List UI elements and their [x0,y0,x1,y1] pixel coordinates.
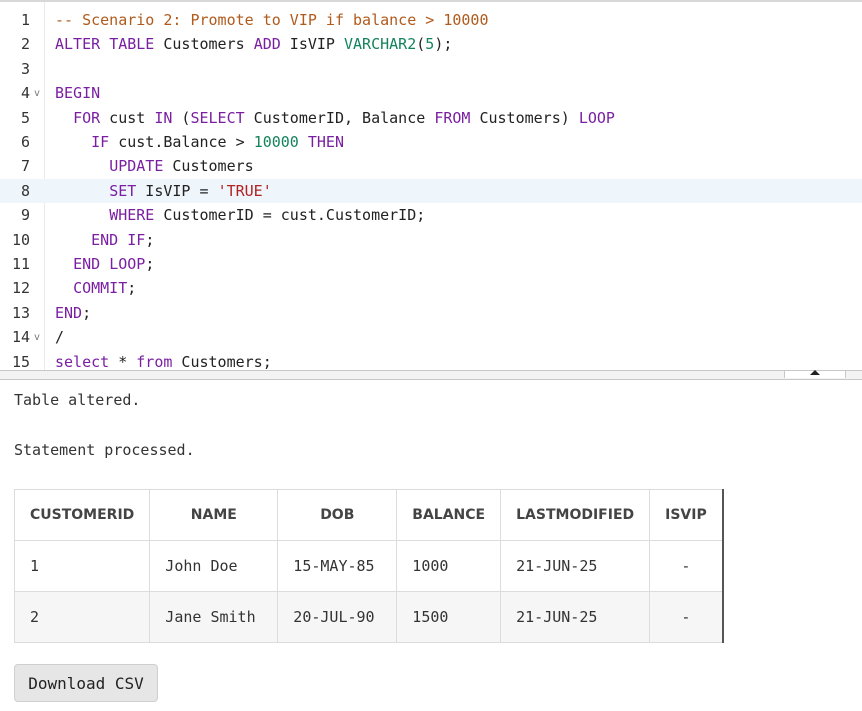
line-number: 9 [20,206,30,225]
editor-line[interactable]: 10 END IF; [0,228,862,252]
editor-line[interactable]: 14 v / [0,325,862,349]
code-text[interactable]: UPDATE Customers [55,154,254,178]
code-text[interactable]: WHERE CustomerID = cust.CustomerID; [55,203,425,227]
editor-line[interactable]: 12 COMMIT; [0,276,862,300]
editor-line[interactable]: 6 IF cust.Balance > 10000 THEN [0,130,862,154]
cell-name: John Doe [149,540,279,592]
cell-dob: 20-JUL-90 [277,591,398,643]
line-number: 8 [20,181,30,200]
line-number: 14 [11,328,30,347]
editor-line[interactable]: 9 WHERE CustomerID = cust.CustomerID; [0,203,862,227]
line-number: 13 [11,303,30,322]
code-text[interactable]: / [55,325,64,349]
code-text[interactable]: -- Scenario 2: Promote to VIP if balance… [55,8,488,32]
editor-line[interactable]: 13 END; [0,301,862,325]
pane-splitter[interactable] [0,370,862,380]
line-number: 11 [11,255,30,273]
code-text[interactable]: BEGIN [55,81,100,105]
column-header-balance[interactable]: BALANCE [396,489,502,541]
line-number: 12 [11,279,30,298]
line-number: 15 [11,352,30,370]
cell-name: Jane Smith [149,591,279,643]
column-header-dob[interactable]: DOB [277,489,398,541]
code-text[interactable]: END LOOP; [55,252,154,276]
cell-balance: 1500 [396,591,502,643]
line-number: 1 [20,11,30,29]
code-text[interactable]: FOR cust IN (SELECT CustomerID, Balance … [55,106,615,130]
output-message-processed: Statement processed. [14,441,195,459]
code-text[interactable]: END; [55,301,91,325]
table-header-row: CUSTOMERID NAME DOB BALANCE LASTMODIFIED… [13,489,724,541]
cell-isvip: - [649,591,724,643]
code-text[interactable]: COMMIT; [55,276,136,300]
table-row: 1 John Doe 15-MAY-85 1000 21-JUN-25 - [13,540,724,592]
line-number: 5 [20,108,30,127]
output-message-altered: Table altered. [14,391,141,409]
editor-line[interactable]: 4 v BEGIN [0,81,862,105]
line-number: 10 [11,230,30,249]
code-text[interactable]: select * from Customers; [55,350,272,370]
column-header-customerid[interactable]: CUSTOMERID [13,489,151,541]
code-text[interactable]: END IF; [55,228,154,252]
cell-customerid: 2 [13,591,151,643]
editor-line[interactable]: 15 select * from Customers; [0,350,862,370]
editor-line[interactable]: 2 ALTER TABLE Customers ADD IsVIP VARCHAR… [0,32,862,56]
line-number: 4 [20,84,30,103]
column-header-isvip[interactable]: ISVIP [649,489,724,541]
editor-line[interactable]: 7 UPDATE Customers [0,154,862,178]
sql-editor[interactable]: 1 -- Scenario 2: Promote to VIP if balanc… [0,2,862,370]
caret-up-icon [810,370,820,375]
line-number: 7 [20,157,30,176]
download-csv-button[interactable]: Download CSV [14,664,158,702]
editor-line[interactable]: 8 SET IsVIP = 'TRUE' [0,178,862,203]
editor-line[interactable]: 5 FOR cust IN (SELECT CustomerID, Balanc… [0,106,862,130]
code-text[interactable]: IF cust.Balance > 10000 THEN [55,130,344,154]
line-number: 2 [20,35,30,54]
editor-line[interactable]: 11 END LOOP; [0,252,862,276]
code-text[interactable]: ALTER TABLE Customers ADD IsVIP VARCHAR2… [55,32,452,56]
code-text[interactable]: SET IsVIP = 'TRUE' [55,179,272,203]
cell-customerid: 1 [13,540,151,592]
results-table: CUSTOMERID NAME DOB BALANCE LASTMODIFIED… [13,489,724,643]
cell-lastmodified: 21-JUN-25 [500,540,651,592]
fold-chevron-icon[interactable]: v [34,326,40,350]
line-number: 6 [20,133,30,151]
table-row: 2 Jane Smith 20-JUL-90 1500 21-JUN-25 - [13,591,724,643]
editor-line[interactable]: 3 [0,57,862,81]
cell-balance: 1000 [396,540,502,592]
cell-dob: 15-MAY-85 [277,540,398,592]
editor-line[interactable]: 1 -- Scenario 2: Promote to VIP if balanc… [0,8,862,32]
cell-isvip: - [649,540,724,592]
column-header-lastmodified[interactable]: LASTMODIFIED [500,489,651,541]
collapse-button[interactable] [784,370,846,378]
cell-lastmodified: 21-JUN-25 [500,591,651,643]
line-number: 3 [20,59,30,78]
fold-chevron-icon[interactable]: v [34,82,40,106]
column-header-name[interactable]: NAME [149,489,279,541]
